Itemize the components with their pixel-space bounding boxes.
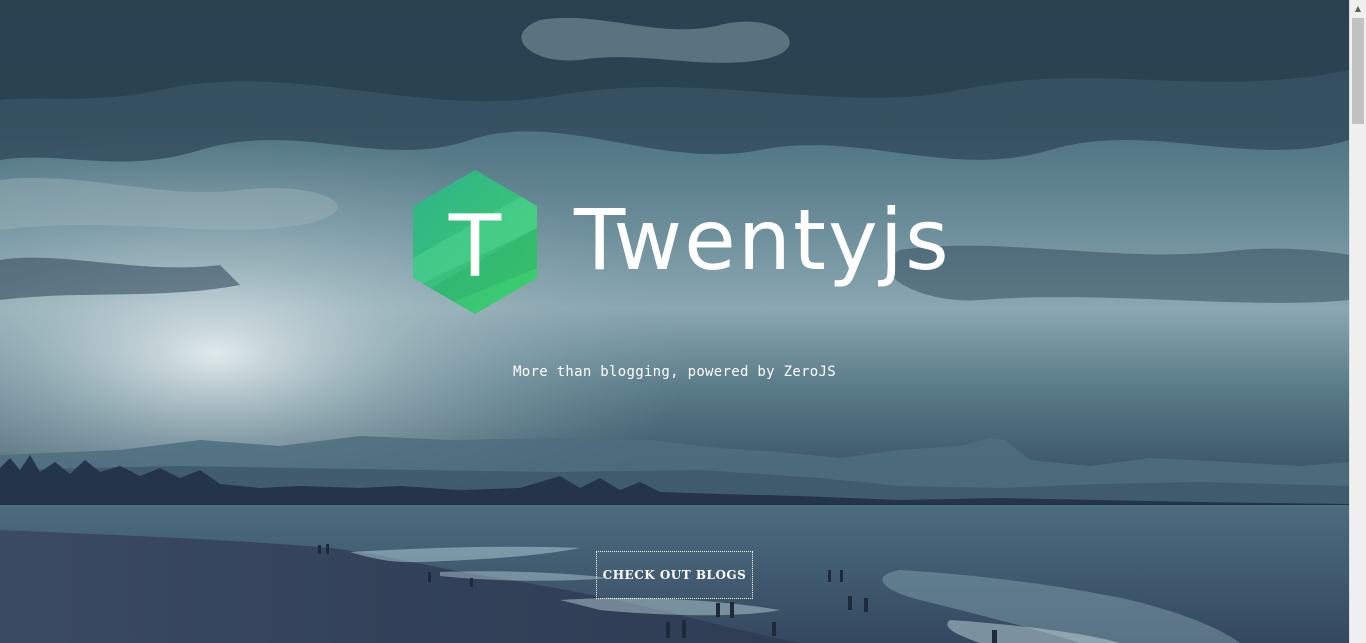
page: T Twentyjs More than blogging, powered b… xyxy=(0,0,1366,643)
hero-background-image xyxy=(0,0,1349,643)
scrollbar-thumb[interactable] xyxy=(1352,18,1364,124)
brand-logo[interactable]: T Twentyjs xyxy=(410,168,951,316)
logo-letter: T xyxy=(448,197,502,297)
hero-section: T Twentyjs More than blogging, powered b… xyxy=(0,0,1349,643)
vertical-scrollbar[interactable]: ▲ xyxy=(1349,0,1366,643)
scroll-up-arrow-icon[interactable]: ▲ xyxy=(1350,0,1366,17)
brand-name: Twentyjs xyxy=(574,191,951,289)
hero-tagline: More than blogging, powered by ZeroJS xyxy=(513,364,836,380)
check-out-blogs-button[interactable]: CHECK OUT BLOGS xyxy=(596,551,753,599)
hexagon-logo-icon: T xyxy=(413,170,537,314)
